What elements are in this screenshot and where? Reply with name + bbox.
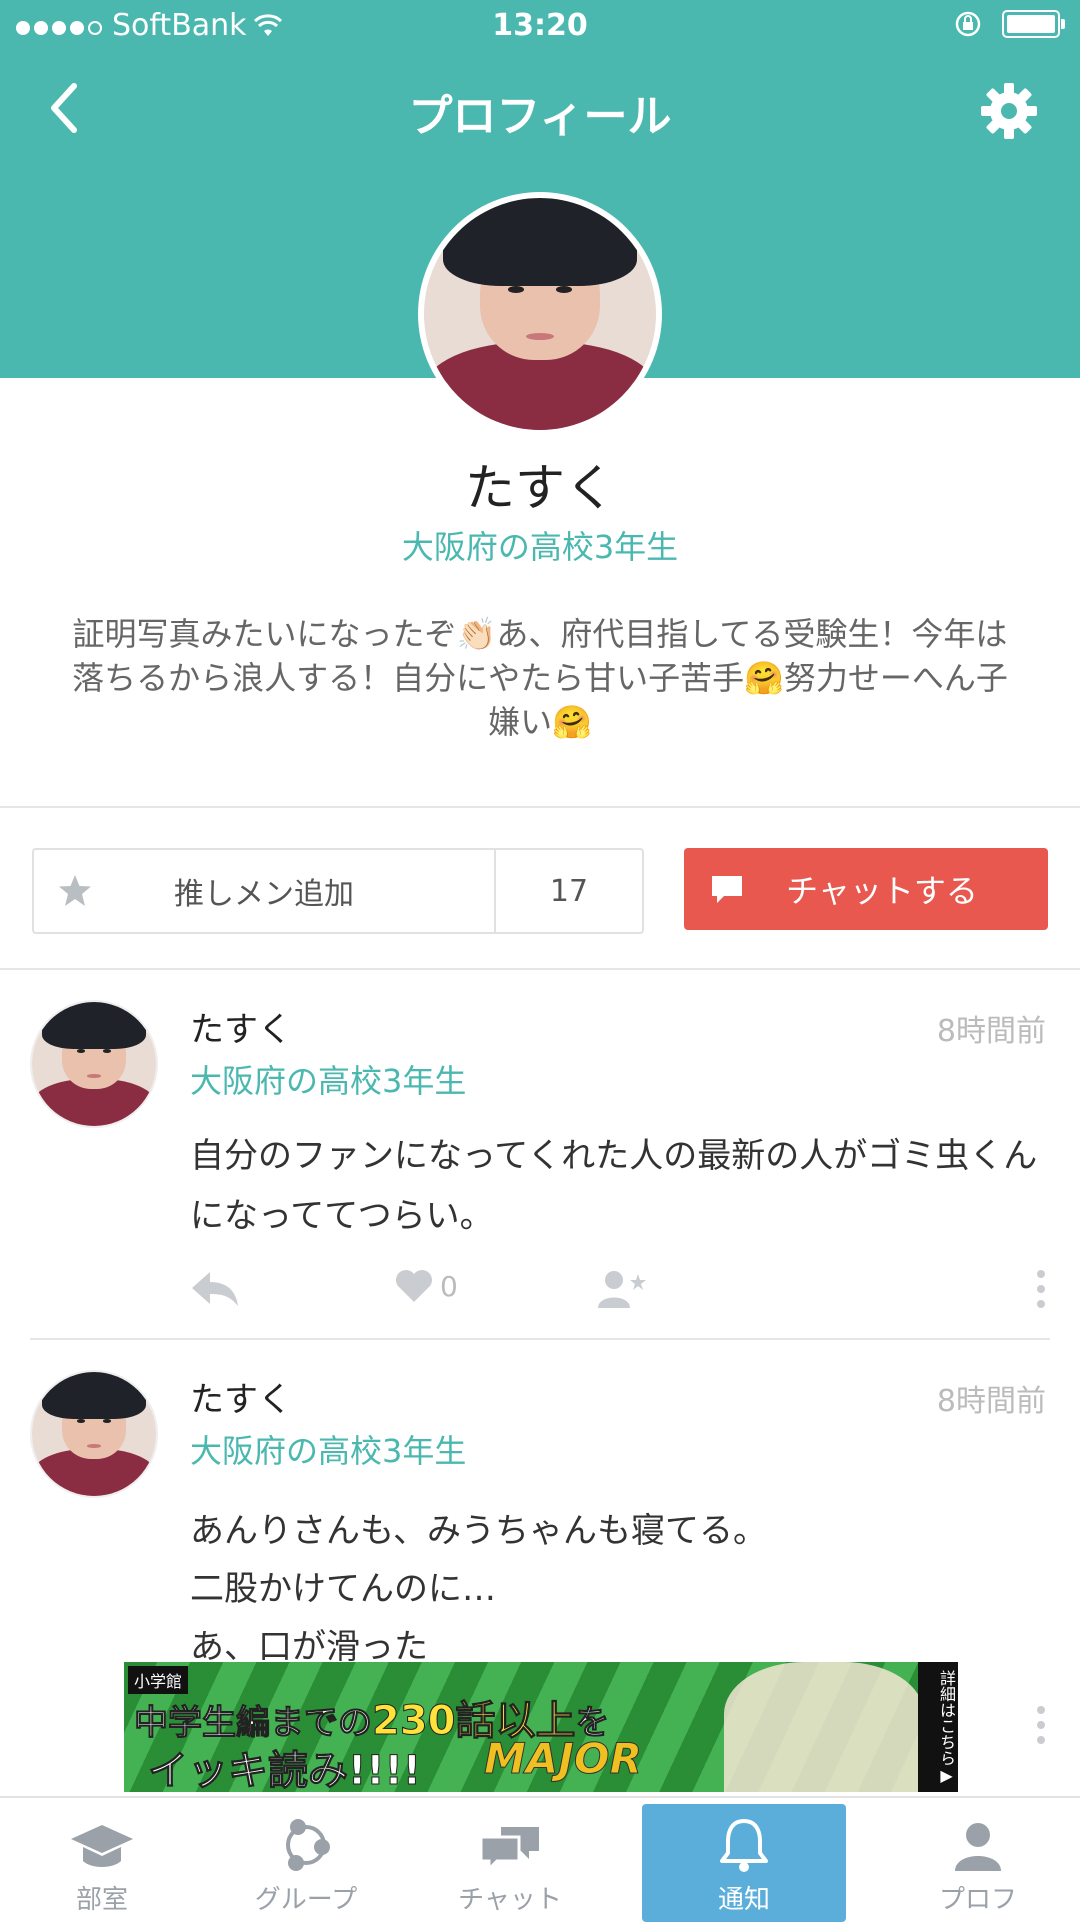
avatar[interactable] [30,1000,158,1128]
graduation-cap-icon [71,1825,133,1867]
rotation-lock-icon [955,11,981,37]
like-button[interactable]: 0 [394,1268,458,1304]
favorite-label: 推しメン追加 [174,877,354,912]
heart-icon [396,1270,432,1302]
ad-banner[interactable]: 小学館 中学生編までの230話以上を イッキ読み!!!! MAJOR 詳細はこち… [124,1662,958,1792]
tab-label: 部室 [75,1885,128,1915]
post-time: 8時間前 [936,1014,1046,1049]
post-body: 自分のファンになってくれた人の最新の人がゴミ虫くんになっててつらい。 [190,1136,1038,1236]
avatar[interactable] [30,1370,158,1498]
chat-button[interactable]: チャットする [684,848,1048,930]
ad-headline-a: 中学生編までの [134,1703,373,1744]
add-user-icon[interactable] [596,1268,648,1310]
status-bar: SoftBank 13:20 [0,0,1080,54]
tab-label: グループ [254,1885,358,1915]
more-options-icon[interactable] [1036,1704,1046,1746]
user-icon [955,1823,1001,1871]
ad-subline: イッキ読み!!!! [148,1748,422,1793]
tab-group[interactable]: グループ [204,1798,408,1922]
like-count: 0 [440,1269,458,1303]
divider [0,968,1080,970]
gear-icon[interactable] [978,80,1040,142]
status-time: 13:20 [492,8,588,43]
tab-notifications[interactable]: 通知 [642,1804,846,1922]
post-author[interactable]: たすく [190,1372,292,1421]
profile-bio: 証明写真みたいになったぞ👏🏻あ、府代目指してる受験生！今年は落ちるから浪人する！… [72,615,1008,741]
post-actions: 0 [190,1268,1050,1318]
tab-label: 通知 [717,1885,770,1915]
tab-chat[interactable]: チャット [408,1798,612,1922]
chat-bubbles-icon [479,1827,539,1873]
post-school: 大阪府の高校3年生 [190,1062,467,1100]
profile-name: たすく [465,459,615,517]
group-icon [286,1819,330,1871]
post-item: たすく 8時間前 大阪府の高校3年生 自分のファンになってくれた人の最新の人がゴ… [0,1000,1080,1340]
profile-school: 大阪府の高校3年生 [401,528,679,566]
tab-label: プロフ [938,1885,1017,1915]
page-title: プロフィール [408,91,672,142]
reply-icon[interactable] [190,1268,240,1310]
post-school: 大阪府の高校3年生 [190,1432,467,1470]
chat-button-label: チャットする [786,872,978,910]
chat-bubble-icon [712,876,742,903]
ad-info-link[interactable]: 詳細はこちら▶ [918,1662,958,1792]
tab-bar: 部室 グループ チャット 通知 プロフ [0,1796,1080,1922]
post-body: あんりさんも、みうちゃんも寝てる。 二股かけてんのに… あ、口が滑った [190,1511,767,1667]
bell-icon [720,1819,768,1872]
more-options-icon[interactable] [1036,1268,1046,1310]
divider [30,1338,1050,1340]
post-author[interactable]: たすく [190,1002,292,1051]
post-item: たすく 8時間前 大阪府の高校3年生 あんりさんも、みうちゃんも寝てる。 二股か… [0,1370,1080,1670]
status-right [954,10,1065,38]
battery-icon [1002,10,1065,38]
post-time: 8時間前 [936,1384,1046,1419]
tab-club[interactable]: 部室 [0,1798,204,1922]
divider [0,806,1080,808]
favorite-button[interactable]: 推しメン追加 [34,850,494,932]
tab-profile[interactable]: プロフ [876,1798,1080,1922]
ad-logo: MAJOR [484,1734,643,1784]
ad-character-image [724,1662,924,1792]
tab-label: チャット [458,1885,562,1915]
profile-avatar[interactable] [418,192,662,436]
favorite-count: 17 [494,850,642,932]
favorite-group: 推しメン追加 17 [32,848,644,934]
